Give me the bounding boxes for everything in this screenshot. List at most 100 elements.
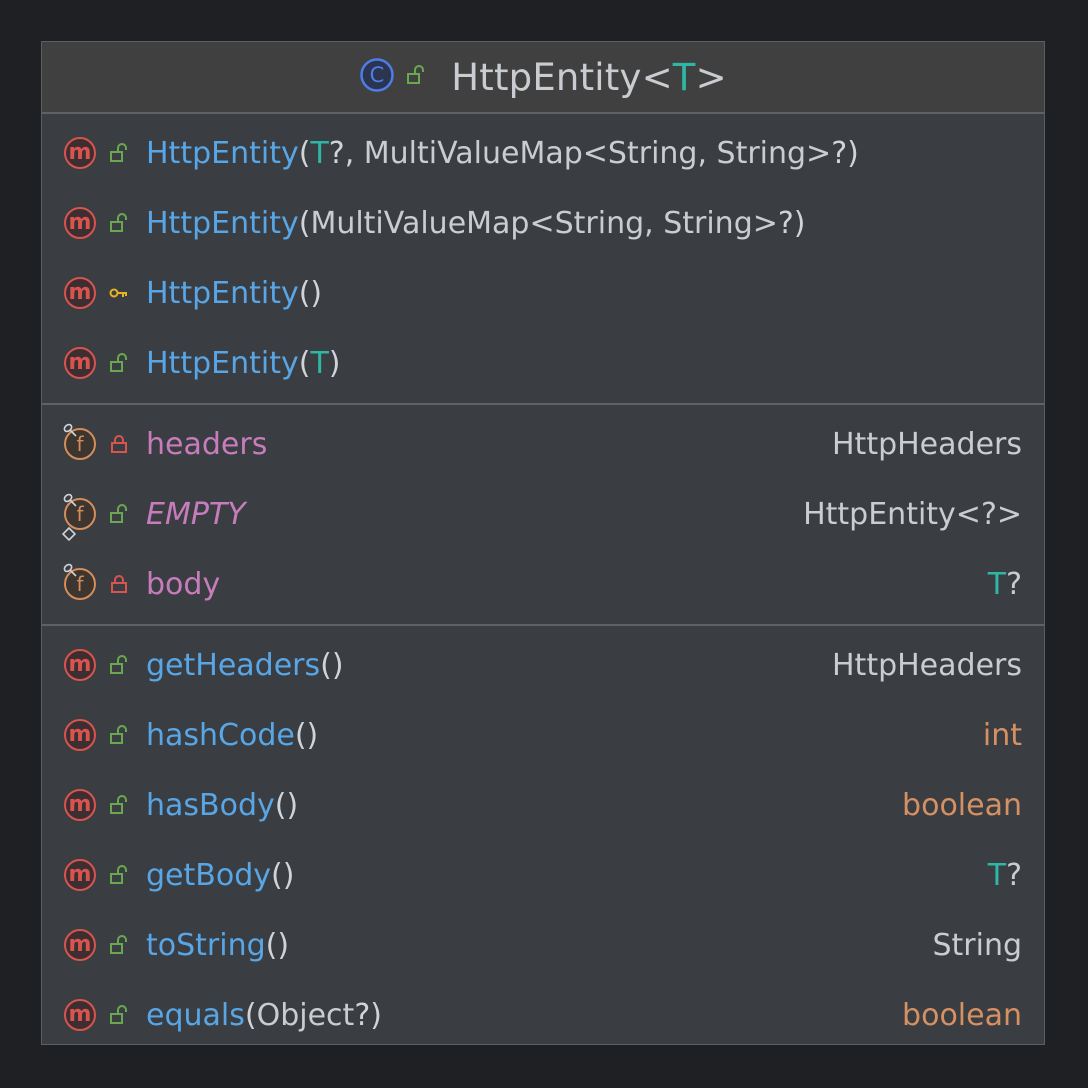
method-params: Object (256, 997, 355, 1033)
field-row[interactable]: f headers HttpHeaders (42, 409, 1044, 479)
public-unlock-icon (108, 654, 130, 676)
class-header: C HttpEntity<T> (42, 42, 1044, 114)
method-name: toString (146, 927, 266, 963)
private-lock-icon (108, 573, 130, 595)
final-pin-icon (62, 421, 78, 437)
return-type: boolean (902, 998, 1022, 1033)
constructor-row[interactable]: m HttpEntity() (42, 258, 1044, 328)
public-unlock-icon (108, 352, 130, 374)
final-pin-icon (62, 561, 78, 577)
public-unlock-icon (108, 1004, 130, 1026)
field-type-part: T (987, 566, 1007, 602)
method-icon: m (64, 859, 96, 891)
class-diagram-card: C HttpEntity<T> m HttpEntity(T?, MultiVal… (41, 41, 1045, 1045)
method-row[interactable]: m hasBody() boolean (42, 770, 1044, 840)
method-params: ?) (354, 997, 382, 1033)
public-unlock-icon (108, 724, 130, 746)
constructor-row[interactable]: m HttpEntity(MultiValueMap<String, String… (42, 188, 1044, 258)
method-icon: m (64, 347, 96, 379)
method-row[interactable]: m getBody() T? (42, 840, 1044, 910)
field-type-part: HttpHeaders (832, 426, 1022, 462)
method-signature: toString() (146, 928, 289, 963)
method-row[interactable]: m equals(Object?) boolean (42, 980, 1044, 1050)
field-type: HttpHeaders (832, 427, 1022, 462)
method-signature: getBody() (146, 858, 294, 893)
constructor-signature: HttpEntity() (146, 276, 322, 311)
method-icon: m (64, 137, 96, 169)
class-name: HttpEntity (451, 55, 642, 99)
method-params: () (274, 787, 299, 823)
method-row[interactable]: m hashCode() int (42, 700, 1044, 770)
field-row[interactable]: f EMPTY HttpEntity<?> (42, 479, 1044, 549)
field-type-part: HttpEntity<?> (803, 496, 1022, 532)
field-icon: f (63, 563, 96, 600)
method-signature: hashCode() (146, 718, 318, 753)
return-type: String (932, 928, 1022, 963)
constructor-row[interactable]: m HttpEntity(T) (42, 328, 1044, 398)
constructor-params: T (310, 135, 329, 171)
constructor-params: MultiValueMap<String, String> (363, 135, 832, 171)
constructor-name: HttpEntity (146, 275, 299, 311)
methods-section: m getHeaders() HttpHeaders m hashCode() int m h… (42, 626, 1044, 1055)
method-signature: getHeaders() (146, 648, 344, 683)
type-param-close: > (695, 55, 727, 99)
method-params: () (294, 717, 319, 753)
method-row[interactable]: m toString() String (42, 910, 1044, 980)
method-icon: m (64, 277, 96, 309)
constructor-params: T (310, 345, 329, 381)
constructor-name: HttpEntity (146, 205, 299, 241)
method-icon: m (64, 929, 96, 961)
return-type: boolean (902, 788, 1022, 823)
public-unlock-icon (108, 212, 130, 234)
field-type-part: ? (1006, 566, 1022, 602)
protected-key-icon (108, 282, 130, 304)
field-icon: f (63, 423, 96, 460)
method-name: getHeaders (146, 647, 321, 683)
return-type: T? (988, 858, 1022, 893)
public-unlock-icon (108, 864, 130, 886)
type-param-open: < (641, 55, 673, 99)
method-signature: equals(Object?) (146, 998, 382, 1033)
field-name: EMPTY (146, 496, 246, 532)
constructor-params: ?) (777, 205, 806, 241)
class-title: HttpEntity<T> (451, 56, 727, 99)
field-type: HttpEntity<?> (803, 497, 1022, 532)
return-type-part: ? (1006, 857, 1022, 893)
class-type-param: T (672, 55, 696, 99)
return-type-part: boolean (902, 997, 1022, 1033)
method-params: () (320, 647, 344, 683)
method-icon: m (64, 789, 96, 821)
public-unlock-icon (108, 142, 130, 164)
return-type-part: HttpHeaders (832, 647, 1022, 683)
method-name: hasBody (146, 787, 275, 823)
field-type: T? (988, 567, 1022, 602)
method-params: () (271, 857, 295, 893)
field-row[interactable]: f body T? (42, 549, 1044, 619)
constructor-params: ( (298, 345, 311, 381)
method-row[interactable]: m getHeaders() HttpHeaders (42, 630, 1044, 700)
static-diamond-icon (61, 524, 77, 542)
method-name: hashCode (146, 717, 295, 753)
constructor-params: ?) (831, 135, 859, 171)
public-unlock-icon (108, 503, 130, 525)
constructor-params: ?, (328, 135, 364, 171)
return-type-part: boolean (902, 787, 1022, 823)
method-icon: m (64, 999, 96, 1031)
private-lock-icon (108, 433, 130, 455)
return-type: int (983, 718, 1022, 753)
class-icon: C (359, 57, 395, 97)
constructor-signature: HttpEntity(T?, MultiValueMap<String, Str… (146, 136, 859, 171)
return-type-part: int (982, 717, 1022, 753)
method-params: ( (244, 997, 257, 1033)
method-signature: hasBody() (146, 788, 298, 823)
constructor-row[interactable]: m HttpEntity(T?, MultiValueMap<String, St… (42, 118, 1044, 188)
return-type-part: T (987, 857, 1007, 893)
field-icon: f (61, 493, 96, 542)
fields-section: f headers HttpHeaders f EMPTY HttpEntity<?> f b… (42, 405, 1044, 626)
constructors-section: m HttpEntity(T?, MultiValueMap<String, St… (42, 114, 1044, 405)
field-name: headers (146, 426, 268, 462)
constructor-signature: HttpEntity(MultiValueMap<String, String>… (146, 206, 806, 241)
constructor-params: MultiValueMap<String, String> (310, 205, 778, 241)
method-icon: m (64, 649, 96, 681)
method-name: getBody (146, 857, 271, 893)
